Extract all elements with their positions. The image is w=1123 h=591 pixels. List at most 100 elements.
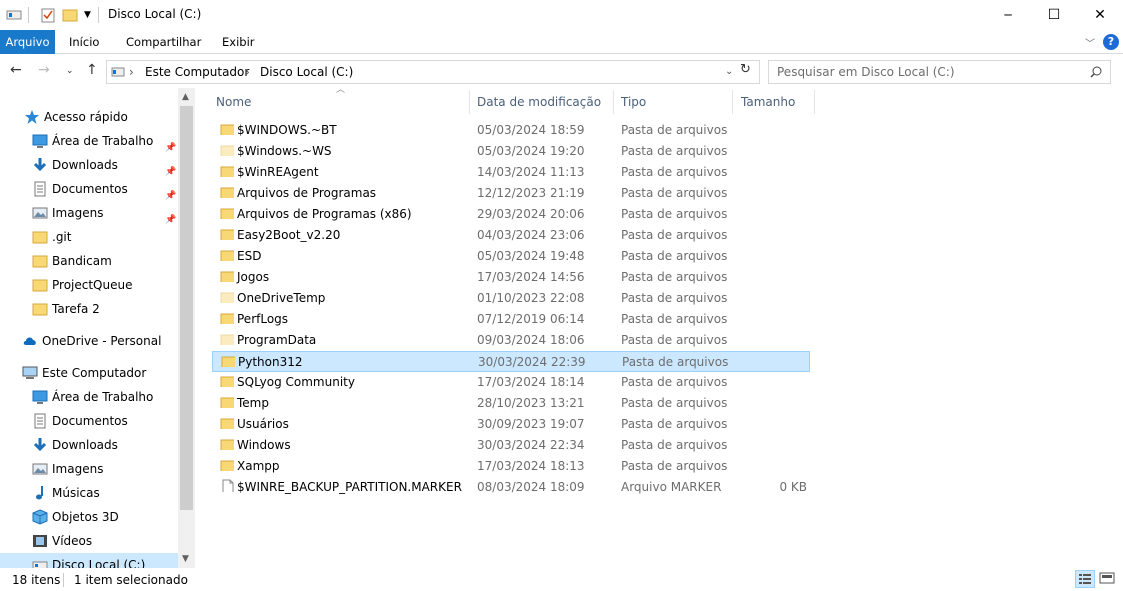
column-header-name[interactable]: Nome [216,88,251,116]
nav-item-label: Área de Trabalho [52,390,154,404]
scroll-up-icon[interactable]: ▲ [182,92,189,102]
table-row[interactable]: PerfLogs 07/12/2019 06:14 Pasta de arquivo… [212,309,810,330]
cell-name: ProgramData [237,333,317,347]
close-button[interactable]: ✕ [1077,0,1123,30]
breadcrumb-separator-icon[interactable]: › [245,65,250,79]
folder-icon [220,229,234,240]
chevron-down-icon[interactable]: ﹀ [1085,35,1095,50]
breadcrumb-separator-icon[interactable]: › [129,65,134,79]
search-input[interactable]: Pesquisar em Disco Local (C:) [768,60,1111,84]
cell-type: Pasta de arquivos [621,375,728,389]
nav-item-label: Documentos [52,182,128,196]
cell-type: Pasta de arquivos [621,144,728,158]
title-bar: ▼ Disco Local (C:) ─ ☐ ✕ [0,0,1123,30]
image-icon [32,463,48,475]
document-icon [34,181,46,197]
breadcrumb-este-computador[interactable]: Este Computador [145,65,249,79]
forward-button[interactable]: → [38,62,50,78]
computer-icon [22,366,38,379]
nav-pc-item[interactable]: Disco Local (C:) [0,553,178,568]
properties-icon[interactable] [40,7,56,23]
cell-type: Pasta de arquivos [621,165,728,179]
search-icon [1090,66,1102,78]
cell-date: 05/03/2024 18:59 [477,123,585,137]
table-row[interactable]: ProgramData 09/03/2024 18:06 Pasta de arqu… [212,330,810,351]
large-icons-view-button[interactable] [1098,570,1118,588]
back-button[interactable]: ← [10,62,22,78]
cloud-icon [23,337,36,345]
cell-name: Jogos [237,270,270,284]
folder-icon [220,166,234,177]
cell-name: Arquivos de Programas [237,186,377,200]
folder-icon [32,255,48,268]
address-dropdown-icon[interactable]: ⌄ [725,66,733,77]
nav-item-label: Downloads [52,438,118,452]
details-view-button[interactable] [1075,570,1095,588]
table-row[interactable]: Arquivos de Programas 12/12/2023 21:19 Pas… [212,183,810,204]
details-view-icon [1079,574,1091,584]
cell-name: Arquivos de Programas (x86) [237,207,412,221]
tab-exibir[interactable]: Exibir [212,30,265,54]
cell-name: Temp [237,396,269,410]
tab-arquivo[interactable]: Arquivo [0,30,55,54]
customize-toolbar-icon[interactable]: ▼ [84,10,91,26]
maximize-button[interactable]: ☐ [1031,0,1077,30]
up-button[interactable]: ↑ [86,62,98,78]
cell-name: $WINRE_BACKUP_PARTITION.MARKER [237,480,462,494]
column-header-date[interactable]: Data de modificação [477,88,601,116]
tab-compartilhar[interactable]: Compartilhar [116,30,211,54]
cell-type: Pasta de arquivos [621,228,728,242]
cell-type: Pasta de arquivos [621,333,728,347]
table-row[interactable]: Xampp 17/03/2024 18:13 Pasta de arquivos [212,456,810,477]
cell-type: Pasta de arquivos [622,355,729,369]
drive-icon[interactable] [6,7,22,23]
address-field[interactable]: › Este Computador › Disco Local (C:) ⌄ [106,60,760,84]
desktop-icon [32,390,48,404]
cell-date: 17/03/2024 14:56 [477,270,585,284]
breadcrumb-disco-local[interactable]: Disco Local (C:) [260,65,353,79]
column-header-type[interactable]: Tipo [621,88,646,116]
table-row[interactable]: Python312 30/03/2024 22:39 Pasta de arquiv… [212,351,810,372]
table-row[interactable]: $Windows.~WS 05/03/2024 19:20 Pasta de arq… [212,141,810,162]
tab-inicio[interactable]: Início [59,30,109,54]
cell-date: 17/03/2024 18:14 [477,375,585,389]
nav-scrollbar[interactable]: ▲ ▼ [178,88,195,568]
table-row[interactable]: Windows 30/03/2024 22:34 Pasta de arquivos [212,435,810,456]
cell-date: 30/09/2023 19:07 [477,417,585,431]
folder-icon [220,334,234,345]
table-row[interactable]: $WinREAgent 14/03/2024 11:13 Pasta de arqu… [212,162,810,183]
table-row[interactable]: $WINDOWS.~BT 05/03/2024 18:59 Pasta de arq… [212,120,810,141]
nav-item-label: Downloads [52,158,118,172]
scroll-down-icon[interactable]: ▼ [182,554,189,564]
cell-name: OneDriveTemp [237,291,326,305]
table-row[interactable]: $WINRE_BACKUP_PARTITION.MARKER 08/03/2024… [212,477,810,498]
star-icon [25,110,39,124]
status-bar: 18 itens 1 item selecionado [0,570,1123,591]
item-count: 18 itens [12,573,61,587]
table-row[interactable]: Jogos 17/03/2024 14:56 Pasta de arquivos [212,267,810,288]
cell-name: $WINDOWS.~BT [237,123,337,137]
new-folder-icon[interactable] [62,7,78,23]
table-row[interactable]: Easy2Boot_v2.20 04/03/2024 23:06 Pasta de … [212,225,810,246]
drive-icon [32,561,48,568]
cell-type: Pasta de arquivos [621,459,728,473]
recent-locations-button[interactable]: ⌄ [66,66,74,76]
table-row[interactable]: OneDriveTemp 01/10/2023 22:08 Pasta de arq… [212,288,810,309]
help-button[interactable]: ? [1103,34,1119,50]
desktop-icon [32,134,48,148]
table-row[interactable]: ESD 05/03/2024 19:48 Pasta de arquivos [212,246,810,267]
cell-type: Pasta de arquivos [621,249,728,263]
refresh-icon[interactable]: ↻ [740,62,751,77]
folder-icon [220,271,234,282]
table-row[interactable]: SQLyog Community 17/03/2024 18:14 Pasta de… [212,372,810,393]
scrollbar-thumb[interactable] [180,106,193,510]
table-row[interactable]: Usuários 30/09/2023 19:07 Pasta de arquivo… [212,414,810,435]
table-row[interactable]: Temp 28/10/2023 13:21 Pasta de arquivos [212,393,810,414]
table-row[interactable]: Arquivos de Programas (x86) 29/03/2024 20… [212,204,810,225]
folder-icon [220,313,234,324]
cell-type: Pasta de arquivos [621,186,728,200]
column-header-size[interactable]: Tamanho [741,88,795,116]
cell-date: 07/12/2019 06:14 [477,312,585,326]
pin-icon: 📌 [165,167,177,177]
minimize-button[interactable]: ─ [985,0,1031,30]
